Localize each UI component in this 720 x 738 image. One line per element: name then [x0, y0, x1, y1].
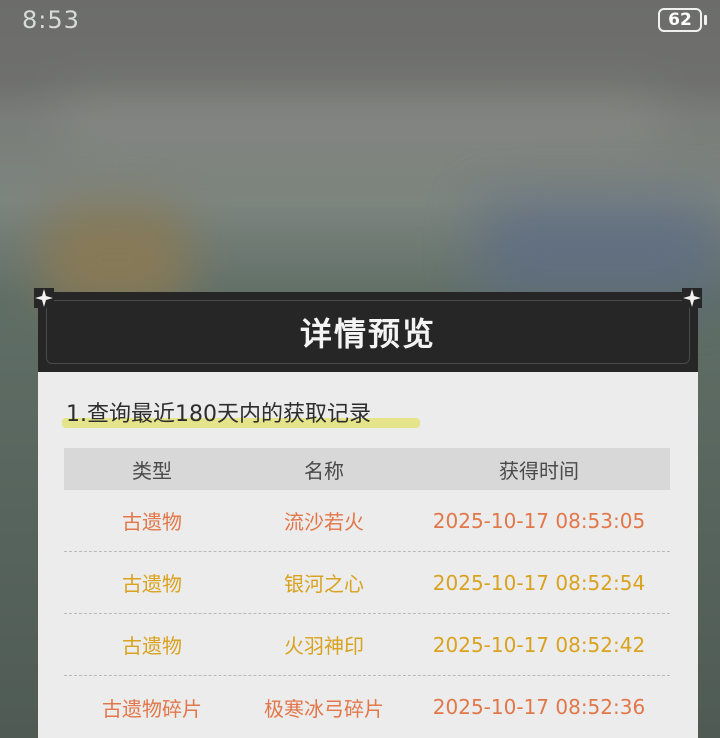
- table-row: 古遗物 流沙若火 2025-10-17 08:53:05: [64, 490, 670, 552]
- section-title-text: 1.查询最近180天内的获取记录: [66, 402, 371, 427]
- details-dialog: 详情预览 1.查询最近180天内的获取记录 类型 名称 获得时间 古遗物 流沙若…: [34, 288, 702, 738]
- column-header-name: 名称: [304, 458, 344, 483]
- dialog-body: 1.查询最近180天内的获取记录 类型 名称 获得时间 古遗物 流沙若火 202…: [38, 372, 698, 738]
- table-row: 古遗物碎片 极寒冰弓碎片 2025-10-17 08:52:36: [64, 676, 670, 738]
- dialog-title: 详情预览: [299, 315, 436, 353]
- row-type: 古遗物碎片: [102, 696, 202, 721]
- dialog-header: 详情预览: [38, 292, 698, 372]
- row-name: 火羽神印: [284, 634, 364, 658]
- section-title: 1.查询最近180天内的获取记录: [66, 396, 371, 428]
- corner-ornament-icon: [682, 288, 702, 308]
- row-time: 2025-10-17 08:52:54: [432, 570, 646, 595]
- row-name: 流沙若火: [284, 510, 364, 534]
- row-type: 古遗物: [122, 634, 182, 658]
- row-name: 极寒冰弓碎片: [264, 696, 384, 721]
- battery-tip: [704, 15, 707, 25]
- column-header-type: 类型: [132, 458, 172, 483]
- table-row: 古遗物 银河之心 2025-10-17 08:52:54: [64, 552, 670, 614]
- column-header-time: 获得时间: [499, 458, 579, 483]
- row-time: 2025-10-17 08:53:05: [432, 508, 646, 533]
- row-type: 古遗物: [122, 510, 182, 534]
- records-table: 类型 名称 获得时间 古遗物 流沙若火 2025-10-17 08:53:05 …: [64, 448, 670, 738]
- row-time: 2025-10-17 08:52:36: [432, 695, 646, 719]
- row-time: 2025-10-17 08:52:42: [432, 632, 646, 657]
- table-header: 类型 名称 获得时间: [64, 448, 670, 490]
- battery-icon: 62: [658, 8, 702, 32]
- background-shape: [480, 200, 720, 300]
- status-time: 8:53: [22, 6, 80, 34]
- background-shape: [60, 95, 660, 155]
- table-row: 古遗物 火羽神印 2025-10-17 08:52:42: [64, 614, 670, 676]
- corner-ornament-icon: [34, 288, 54, 308]
- row-type: 古遗物: [122, 572, 182, 596]
- row-name: 银河之心: [284, 572, 364, 596]
